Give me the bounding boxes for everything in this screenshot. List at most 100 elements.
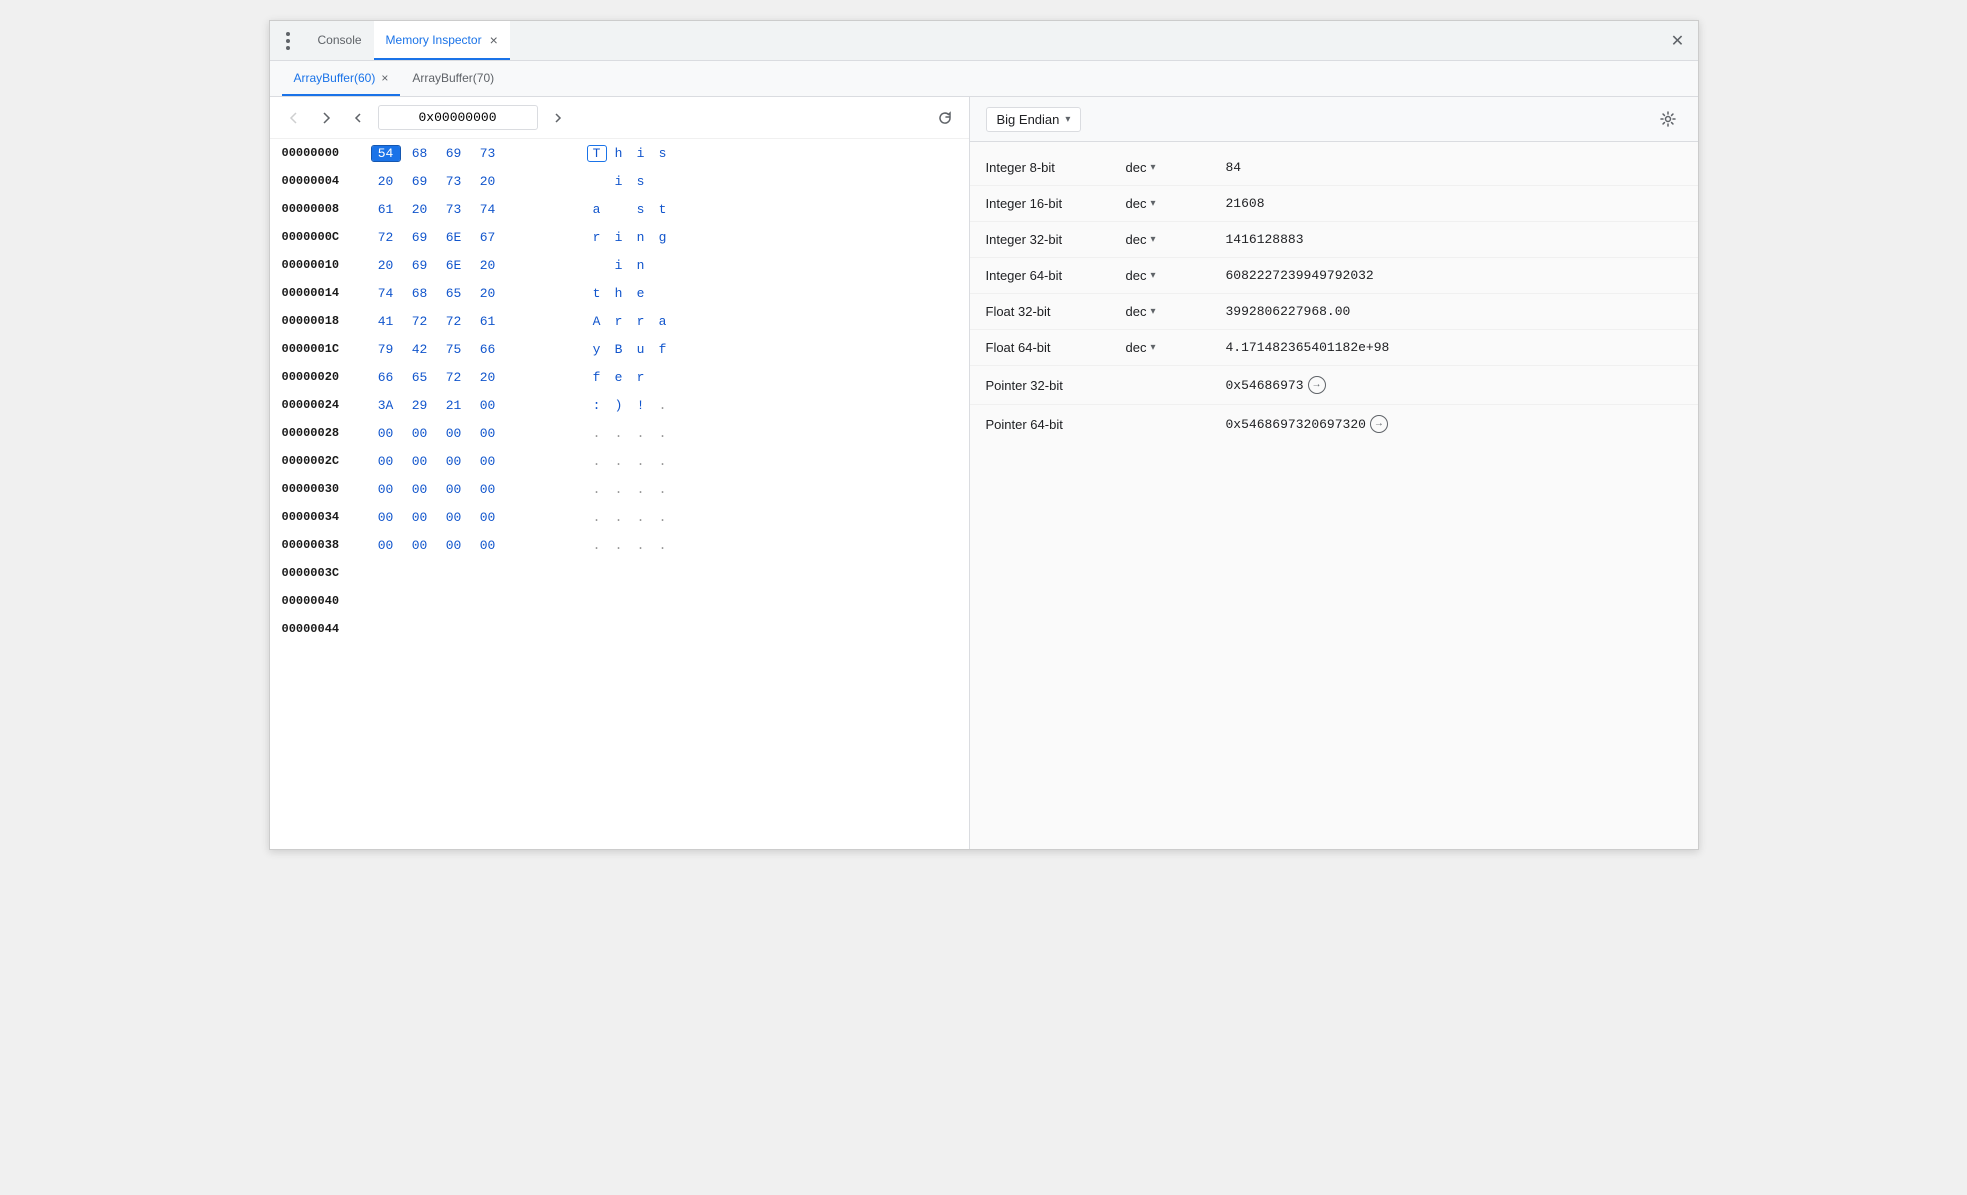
hex-byte[interactable]: 74	[474, 202, 502, 217]
back-button[interactable]	[282, 106, 306, 130]
ascii-char[interactable]: .	[654, 454, 672, 469]
ascii-char[interactable]: .	[588, 426, 606, 441]
ascii-char[interactable]: r	[610, 314, 628, 329]
tab-arraybuffer60[interactable]: ArrayBuffer(60) ×	[282, 61, 401, 96]
hex-byte[interactable]: 00	[474, 426, 502, 441]
tab-arraybuffer70[interactable]: ArrayBuffer(70)	[400, 61, 506, 96]
hex-byte[interactable]: 00	[372, 426, 400, 441]
ascii-char[interactable]: t	[588, 286, 606, 301]
hex-byte[interactable]: 73	[474, 146, 502, 161]
ascii-char[interactable]: e	[632, 286, 650, 301]
ascii-char[interactable]: f	[654, 342, 672, 357]
ascii-char[interactable]: e	[610, 370, 628, 385]
hex-byte[interactable]: 00	[440, 482, 468, 497]
hex-byte[interactable]: 65	[440, 286, 468, 301]
hex-byte[interactable]: 73	[440, 202, 468, 217]
ascii-char[interactable]: r	[632, 314, 650, 329]
hex-byte[interactable]: 69	[406, 230, 434, 245]
tab-console[interactable]: Console	[306, 21, 374, 60]
ascii-char[interactable]: !	[632, 398, 650, 413]
hex-byte[interactable]: 6E	[440, 230, 468, 245]
hex-byte[interactable]: 79	[372, 342, 400, 357]
ascii-char[interactable]: T	[588, 146, 606, 161]
hex-byte[interactable]: 20	[372, 174, 400, 189]
hex-byte[interactable]: 42	[406, 342, 434, 357]
endian-dropdown[interactable]: Big Endian ▾	[986, 107, 1082, 132]
ascii-char[interactable]: .	[654, 510, 672, 525]
hex-byte[interactable]: 69	[440, 146, 468, 161]
ascii-char[interactable]: .	[610, 482, 628, 497]
ascii-char[interactable]: .	[588, 454, 606, 469]
ascii-char[interactable]: .	[632, 482, 650, 497]
int8-format-selector[interactable]: dec ▾	[1126, 160, 1226, 175]
ascii-char[interactable]: .	[654, 426, 672, 441]
ascii-char[interactable]: .	[610, 538, 628, 553]
ascii-char[interactable]: r	[588, 230, 606, 245]
hex-byte[interactable]: 00	[440, 538, 468, 553]
hex-byte[interactable]: 74	[372, 286, 400, 301]
hex-byte[interactable]: 41	[372, 314, 400, 329]
close-arraybuffer60[interactable]: ×	[381, 71, 388, 85]
hex-byte[interactable]: 00	[406, 482, 434, 497]
ascii-char[interactable]: r	[632, 370, 650, 385]
ascii-char[interactable]: .	[654, 398, 672, 413]
refresh-button[interactable]	[933, 106, 957, 130]
ascii-char[interactable]: u	[632, 342, 650, 357]
hex-byte[interactable]: 00	[474, 398, 502, 413]
ascii-char[interactable]: B	[610, 342, 628, 357]
hex-byte[interactable]: 20	[406, 202, 434, 217]
hex-byte[interactable]: 20	[474, 370, 502, 385]
ascii-char[interactable]: y	[588, 342, 606, 357]
ascii-char[interactable]: )	[610, 398, 628, 413]
hex-byte[interactable]: 00	[372, 454, 400, 469]
ascii-char[interactable]: .	[610, 454, 628, 469]
ascii-char[interactable]: i	[632, 146, 650, 161]
ascii-char[interactable]: s	[654, 146, 672, 161]
hex-byte[interactable]: 68	[406, 146, 434, 161]
ascii-char[interactable]: .	[632, 538, 650, 553]
ascii-char[interactable]: a	[654, 314, 672, 329]
hex-byte[interactable]: 00	[474, 510, 502, 525]
hex-byte[interactable]: 00	[372, 482, 400, 497]
ascii-char[interactable]: i	[610, 174, 628, 189]
ascii-char[interactable]: i	[610, 258, 628, 273]
ascii-char[interactable]	[654, 174, 672, 189]
ptr32-navigate-icon[interactable]: →	[1308, 376, 1326, 394]
hex-byte[interactable]: 00	[440, 454, 468, 469]
dots-menu[interactable]	[278, 31, 298, 51]
ascii-char[interactable]: .	[654, 482, 672, 497]
hex-byte[interactable]: 00	[372, 510, 400, 525]
int16-format-selector[interactable]: dec ▾	[1126, 196, 1226, 211]
forward-button[interactable]	[314, 106, 338, 130]
hex-byte[interactable]: 65	[406, 370, 434, 385]
ascii-char[interactable]: .	[654, 538, 672, 553]
ascii-char[interactable]: i	[610, 230, 628, 245]
ascii-char[interactable]: .	[610, 426, 628, 441]
ascii-char[interactable]	[654, 258, 672, 273]
hex-byte[interactable]: 00	[440, 510, 468, 525]
ptr64-link[interactable]: 0x5468697320697320 →	[1226, 415, 1388, 433]
ascii-char[interactable]: .	[632, 426, 650, 441]
int64-format-selector[interactable]: dec ▾	[1126, 268, 1226, 283]
hex-byte[interactable]: 68	[406, 286, 434, 301]
hex-byte[interactable]: 72	[440, 314, 468, 329]
ascii-char[interactable]: .	[588, 538, 606, 553]
hex-byte[interactable]: 00	[440, 426, 468, 441]
ascii-char[interactable]	[654, 286, 672, 301]
hex-byte[interactable]: 00	[406, 454, 434, 469]
hex-byte[interactable]: 00	[474, 538, 502, 553]
hex-byte[interactable]: 66	[372, 370, 400, 385]
hex-byte[interactable]: 3A	[372, 398, 400, 413]
address-input[interactable]	[378, 105, 538, 130]
hex-byte[interactable]: 69	[406, 258, 434, 273]
hex-byte[interactable]: 72	[372, 230, 400, 245]
ascii-char[interactable]: n	[632, 230, 650, 245]
prev-page-button[interactable]	[346, 106, 370, 130]
hex-byte[interactable]: 54	[372, 146, 400, 161]
ascii-char[interactable]: .	[588, 510, 606, 525]
close-window-button[interactable]: ✕	[1666, 29, 1690, 53]
ascii-char[interactable]: s	[632, 174, 650, 189]
hex-byte[interactable]: 6E	[440, 258, 468, 273]
ptr64-navigate-icon[interactable]: →	[1370, 415, 1388, 433]
close-tab-memory-inspector[interactable]: ×	[490, 33, 498, 47]
